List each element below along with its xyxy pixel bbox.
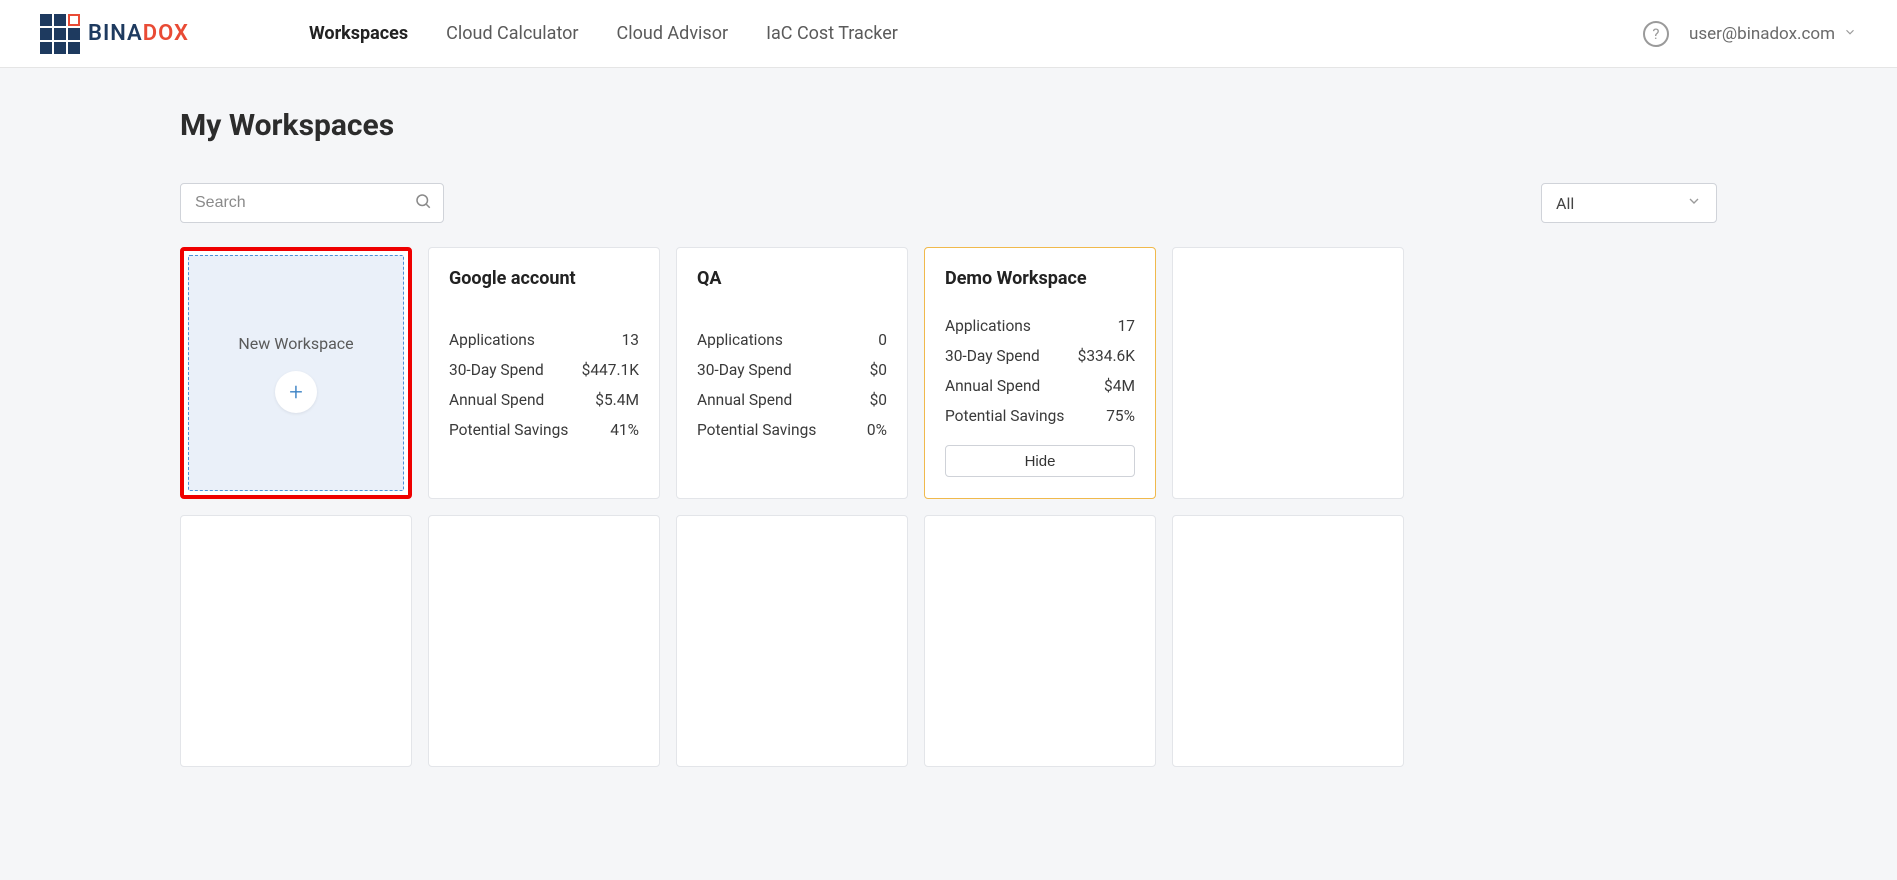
stat-label: 30-Day Spend [945,347,1040,365]
stat-label: Applications [697,331,783,349]
stat-value: $5.4M [595,391,639,409]
search-input[interactable] [180,183,444,223]
nav-cloud-advisor[interactable]: Cloud Advisor [617,23,729,44]
stat-row: 30-Day Spend $0 [697,361,887,379]
stat-label: Potential Savings [945,407,1064,425]
workspace-title: Demo Workspace [945,268,1135,289]
header-right: ? user@binadox.com [1643,21,1857,47]
stat-value: $334.6K [1078,347,1135,365]
workspace-card-empty [1172,515,1404,767]
workspace-card-empty [180,515,412,767]
stat-label: Potential Savings [449,421,568,439]
stat-value: $0 [870,391,887,409]
user-email: user@binadox.com [1689,24,1835,44]
stat-value: 0 [878,331,887,349]
stat-row: Potential Savings 41% [449,421,639,439]
stat-label: Annual Spend [945,377,1040,395]
workspace-card[interactable]: Google account Applications 13 30-Day Sp… [428,247,660,499]
chevron-down-icon [1843,25,1857,43]
stat-label: Potential Savings [697,421,816,439]
logo[interactable]: BINADOX [40,14,189,54]
stat-row: Annual Spend $0 [697,391,887,409]
stat-row: Potential Savings 75% [945,407,1135,425]
nav-iac-cost-tracker[interactable]: IaC Cost Tracker [766,23,898,44]
workspace-title: Google account [449,268,639,289]
brand-part2: DOX [143,21,189,46]
new-workspace-inner[interactable]: New Workspace + [188,255,404,491]
page-title: My Workspaces [180,108,1717,143]
nav-cloud-calculator[interactable]: Cloud Calculator [446,23,578,44]
stat-label: Annual Spend [449,391,544,409]
search-icon [414,192,432,214]
workspace-card-empty [924,515,1156,767]
stat-label: Applications [945,317,1031,335]
stat-value: $447.1K [582,361,639,379]
workspace-card-empty [676,515,908,767]
user-menu[interactable]: user@binadox.com [1689,24,1857,44]
stat-row: 30-Day Spend $334.6K [945,347,1135,365]
stat-value: 17 [1118,317,1135,335]
stat-label: 30-Day Spend [449,361,544,379]
stat-label: Annual Spend [697,391,792,409]
new-workspace-label: New Workspace [238,334,353,353]
stat-row: Applications 13 [449,331,639,349]
chevron-down-icon [1686,193,1702,213]
help-icon[interactable]: ? [1643,21,1669,47]
logo-text: BINADOX [88,21,189,46]
workspace-card[interactable]: QA Applications 0 30-Day Spend $0 Annual… [676,247,908,499]
workspace-grid: New Workspace + Google account Applicati… [180,247,1717,767]
stat-row: Annual Spend $4M [945,377,1135,395]
search-wrap [180,183,444,223]
stat-label: 30-Day Spend [697,361,792,379]
hide-button[interactable]: Hide [945,445,1135,477]
stat-row: Potential Savings 0% [697,421,887,439]
plus-icon: + [275,371,317,413]
stat-label: Applications [449,331,535,349]
stat-value: 0% [867,421,887,439]
workspace-card-empty [1172,247,1404,499]
stat-row: Applications 0 [697,331,887,349]
stat-value: 41% [610,421,639,439]
stat-row: Applications 17 [945,317,1135,335]
stat-value: $0 [870,361,887,379]
stat-row: 30-Day Spend $447.1K [449,361,639,379]
filter-selected: All [1556,194,1574,213]
nav-workspaces[interactable]: Workspaces [309,23,408,44]
main-content: My Workspaces All New Workspace + Google… [0,68,1897,807]
filter-select[interactable]: All [1541,183,1717,223]
stat-row: Annual Spend $5.4M [449,391,639,409]
toolbar: All [180,183,1717,223]
brand-part1: BINA [88,21,143,46]
workspace-card-active[interactable]: Demo Workspace Applications 17 30-Day Sp… [924,247,1156,499]
workspace-title: QA [697,268,887,289]
new-workspace-card[interactable]: New Workspace + [180,247,412,499]
stat-value: 75% [1106,407,1135,425]
stat-value: $4M [1104,377,1135,395]
main-nav: Workspaces Cloud Calculator Cloud Adviso… [309,23,898,44]
workspace-card-empty [428,515,660,767]
stat-value: 13 [622,331,639,349]
logo-mark-icon [40,14,80,54]
top-header: BINADOX Workspaces Cloud Calculator Clou… [0,0,1897,68]
